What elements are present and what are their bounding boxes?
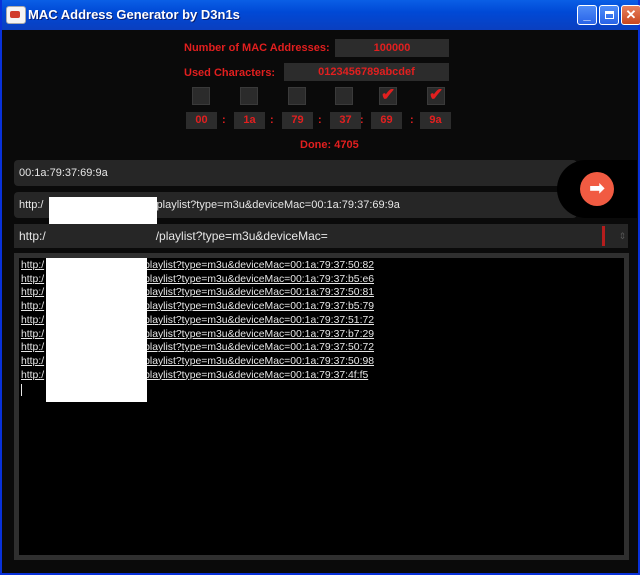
octet-lock-checkbox[interactable]: ✔ — [427, 85, 445, 105]
result-url-prefix: http:/ — [21, 342, 45, 354]
result-url-path: playlist?type=m3u&deviceMac=00:1a:79:37:… — [144, 342, 375, 354]
minimize-button[interactable]: _ — [577, 5, 597, 25]
octet-separator: : — [318, 114, 322, 126]
octet-lock-checkbox[interactable]: ✔ — [379, 85, 397, 105]
result-url-path: playlist?type=m3u&deviceMac=00:1a:79:37:… — [144, 260, 375, 271]
done-status: Done: 4705 — [300, 139, 359, 151]
mac-count-label: Number of MAC Addresses: — [184, 42, 330, 54]
arrow-right-icon: ➡ — [589, 178, 605, 198]
mac-octet-field[interactable]: 37 — [330, 112, 361, 129]
title-bar[interactable]: MAC Address Generator by D3n1s _ ✕ — [2, 0, 640, 30]
minimize-icon: _ — [583, 7, 591, 22]
octet-lock-checkbox[interactable] — [192, 87, 210, 105]
template-prefix: http:/ — [19, 229, 46, 243]
result-url-prefix: http:/ — [21, 369, 45, 381]
octet-lock-checkbox[interactable] — [335, 87, 353, 105]
mac-octet-field[interactable]: 00 — [186, 112, 217, 129]
result-url-prefix: http:/ — [21, 287, 45, 299]
octet-lock-checkbox[interactable] — [288, 87, 306, 105]
close-icon: ✕ — [625, 7, 637, 22]
window-title: MAC Address Generator by D3n1s — [28, 7, 240, 22]
template-suffix: /playlist?type=m3u&deviceMac= — [155, 229, 328, 243]
generate-button[interactable]: ➡ — [580, 172, 614, 206]
result-url-prefix: http:/ — [21, 273, 45, 285]
url-template-combo[interactable]: http:/ /playlist?type=m3u&deviceMac= ⇕ — [14, 224, 628, 248]
result-url-path: playlist?type=m3u&deviceMac=00:1a:79:37:… — [144, 328, 375, 340]
octet-separator: : — [270, 114, 274, 126]
used-chars-input[interactable]: 0123456789abcdef — [284, 63, 449, 81]
result-url-prefix: http:/ — [21, 328, 45, 340]
result-url-path: playlist?type=m3u&deviceMac=00:1a:79:37:… — [144, 287, 375, 299]
mac-octet-field[interactable]: 79 — [282, 112, 313, 129]
current-url-suffix: /playlist?type=m3u&deviceMac=00:1a:79:37… — [153, 199, 400, 211]
app-window: MAC Address Generator by D3n1s _ ✕ Numbe… — [0, 0, 640, 575]
current-mac-text: 00:1a:79:37:69:9a — [19, 167, 108, 179]
current-url-prefix: http:/ — [19, 199, 44, 211]
octet-separator: : — [360, 114, 364, 126]
result-url-prefix: http:/ — [21, 355, 45, 367]
octet-lock-checkbox[interactable] — [240, 87, 258, 105]
close-button[interactable]: ✕ — [621, 5, 640, 25]
mac-octet-field[interactable]: 9a — [420, 112, 451, 129]
result-url-prefix: http:/ — [21, 314, 45, 326]
text-cursor — [21, 384, 22, 396]
used-chars-label: Used Characters: — [184, 67, 276, 79]
current-mac-field[interactable]: 00:1a:79:37:69:9a — [14, 160, 577, 186]
result-url-path: playlist?type=m3u&deviceMac=00:1a:79:37:… — [144, 301, 375, 313]
maximize-button[interactable] — [599, 5, 619, 25]
result-url-path: playlist?type=m3u&deviceMac=00:1a:79:37:… — [144, 273, 375, 285]
checkmark-icon: ✔ — [381, 85, 396, 104]
maximize-icon — [604, 11, 614, 19]
result-url-path: playlist?type=m3u&deviceMac=00:1a:79:37:… — [144, 355, 375, 367]
app-icon[interactable] — [6, 6, 26, 24]
mac-count-input[interactable]: 100000 — [335, 39, 449, 57]
mac-octet-field[interactable]: 1a — [234, 112, 265, 129]
result-url-path: playlist?type=m3u&deviceMac=00:1a:79:37:… — [144, 369, 369, 381]
octet-separator: : — [410, 114, 414, 126]
dropdown-arrow-icon[interactable]: ⇕ — [617, 224, 628, 248]
checkmark-icon: ✔ — [429, 85, 444, 104]
octet-separator: : — [222, 114, 226, 126]
result-url-prefix: http:/ — [21, 260, 45, 271]
redaction-box — [46, 258, 147, 402]
mac-octet-field[interactable]: 69 — [371, 112, 402, 129]
text-caret — [602, 226, 605, 246]
result-url-prefix: http:/ — [21, 301, 45, 313]
result-url-path: playlist?type=m3u&deviceMac=00:1a:79:37:… — [144, 314, 375, 326]
